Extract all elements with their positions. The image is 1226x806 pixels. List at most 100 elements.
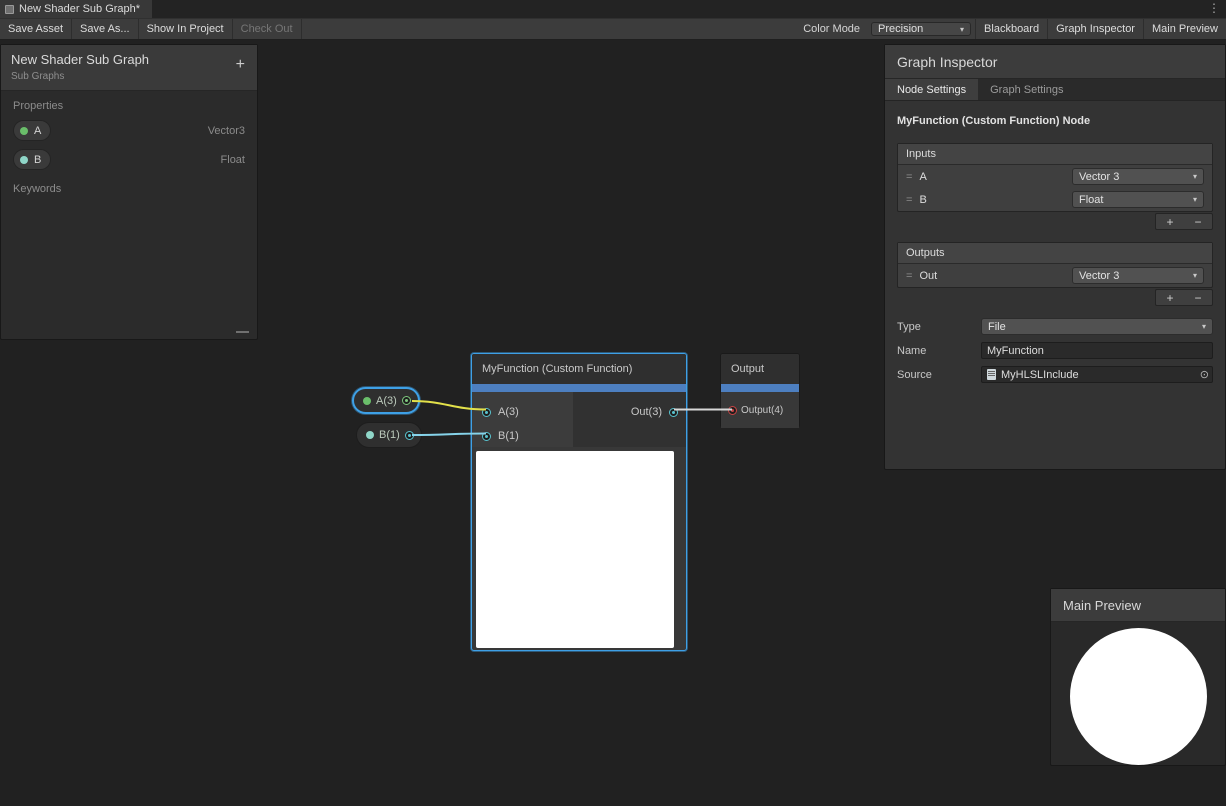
- property-node-b-output-port[interactable]: [405, 431, 414, 440]
- property-pill-a[interactable]: A: [13, 120, 51, 141]
- outputs-add-button[interactable]: +: [1166, 291, 1173, 305]
- check-out-button: Check Out: [233, 19, 302, 39]
- input-port-b[interactable]: [482, 432, 491, 441]
- type-field-row: Type File ▾: [897, 318, 1213, 335]
- output-out-name[interactable]: Out: [919, 270, 937, 282]
- inputs-add-remove-box: + −: [1155, 213, 1213, 230]
- object-picker-icon[interactable]: ⊙: [1200, 368, 1209, 381]
- function-name-input[interactable]: [981, 342, 1213, 359]
- source-field-row: Source MyHLSLInclude ⊙: [897, 366, 1213, 383]
- name-label: Name: [897, 345, 981, 357]
- outputs-add-remove-box: + −: [1155, 289, 1213, 306]
- input-port-a-label: A(3): [498, 406, 519, 418]
- output-node-ports: Output(4): [721, 392, 799, 428]
- source-object-field[interactable]: MyHLSLInclude ⊙: [981, 366, 1213, 383]
- tab-node-settings[interactable]: Node Settings: [885, 79, 978, 100]
- input-a-name[interactable]: A: [919, 171, 926, 183]
- outputs-list-header: Outputs: [898, 243, 1212, 264]
- output-port-row-out: Out(3): [631, 406, 678, 418]
- node-preview-area[interactable]: [476, 451, 674, 648]
- save-as-button[interactable]: Save As...: [72, 19, 139, 39]
- main-preview-panel: Main Preview: [1050, 588, 1226, 766]
- selected-node-heading: MyFunction (Custom Function) Node: [897, 115, 1213, 127]
- preview-sphere[interactable]: [1070, 628, 1207, 765]
- drag-handle-icon[interactable]: =: [906, 270, 912, 282]
- graph-inspector-toggle-button[interactable]: Graph Inspector: [1047, 19, 1143, 39]
- inspector-body: MyFunction (Custom Function) Node Inputs…: [885, 101, 1225, 383]
- file-icon: [987, 369, 996, 380]
- color-mode-dropdown[interactable]: Precision ▾: [871, 22, 971, 36]
- chevron-down-icon: ▾: [1193, 195, 1197, 204]
- float-type-dot: [366, 431, 374, 439]
- drag-handle-icon[interactable]: =: [906, 171, 912, 183]
- blackboard-toggle-button[interactable]: Blackboard: [975, 19, 1047, 39]
- input-a-type-dropdown[interactable]: Vector 3 ▾: [1072, 168, 1204, 185]
- name-field-row: Name: [897, 342, 1213, 359]
- source-label: Source: [897, 369, 981, 381]
- input-port-row-b: B(1): [482, 430, 519, 442]
- type-dropdown[interactable]: File ▾: [981, 318, 1213, 335]
- node-accent-bar: [721, 384, 799, 392]
- main-preview-header[interactable]: Main Preview: [1051, 589, 1225, 622]
- input-b-type-dropdown[interactable]: Float ▾: [1072, 191, 1204, 208]
- vector3-type-dot: [20, 127, 28, 135]
- output-node-port-row: Output(4): [728, 405, 783, 416]
- window-menu-icon[interactable]: ⋮: [1208, 1, 1220, 15]
- outputs-list: Outputs = Out Vector 3 ▾: [897, 242, 1213, 288]
- main-preview-toggle-button[interactable]: Main Preview: [1143, 19, 1226, 39]
- custom-function-node-ports: A(3) B(1) Out(3): [472, 392, 686, 447]
- custom-function-node-title[interactable]: MyFunction (Custom Function): [472, 354, 686, 384]
- color-mode-label: Color Mode: [796, 19, 867, 39]
- property-node-a[interactable]: A(3): [352, 387, 420, 414]
- property-node-a-output-port[interactable]: [402, 396, 411, 405]
- blackboard-title: New Shader Sub Graph: [11, 52, 247, 67]
- graph-inspector-panel: Graph Inspector Node Settings Graph Sett…: [884, 44, 1226, 470]
- blackboard-header[interactable]: New Shader Sub Graph Sub Graphs +: [1, 45, 257, 91]
- blackboard-subtitle: Sub Graphs: [11, 71, 247, 82]
- show-in-project-button[interactable]: Show In Project: [139, 19, 233, 39]
- input-port-a[interactable]: [482, 408, 491, 417]
- chevron-down-icon: ▾: [1193, 172, 1197, 181]
- property-node-b-label: B(1): [379, 429, 400, 441]
- custom-function-node[interactable]: MyFunction (Custom Function) A(3) B(1) O…: [471, 353, 687, 651]
- output-node[interactable]: Output Output(4): [720, 353, 800, 428]
- save-asset-button[interactable]: Save Asset: [0, 19, 72, 39]
- window-tab-title: New Shader Sub Graph*: [19, 3, 140, 15]
- graph-inspector-header[interactable]: Graph Inspector: [885, 45, 1225, 79]
- outputs-row-out: = Out Vector 3 ▾: [898, 264, 1212, 287]
- window-tab-bar: New Shader Sub Graph* ⋮: [0, 0, 1226, 18]
- graph-inspector-title: Graph Inspector: [897, 54, 997, 70]
- inputs-row-b: = B Float ▾: [898, 188, 1212, 211]
- property-b-type: Float: [221, 154, 245, 166]
- chevron-down-icon: ▾: [1202, 322, 1206, 331]
- toolbar: Save Asset Save As... Show In Project Ch…: [0, 18, 1226, 40]
- property-node-b[interactable]: B(1): [356, 422, 422, 448]
- output-port-out-label: Out(3): [631, 406, 662, 418]
- inputs-list-header: Inputs: [898, 144, 1212, 165]
- chevron-down-icon: ▾: [1193, 271, 1197, 280]
- float-type-dot: [20, 156, 28, 164]
- property-row-a: A Vector3: [1, 116, 257, 145]
- source-object-name: MyHLSLInclude: [1001, 369, 1079, 381]
- chevron-down-icon: ▾: [960, 25, 964, 34]
- toolbar-right-group: Color Mode Precision ▾ Blackboard Graph …: [796, 19, 1226, 39]
- property-pill-b[interactable]: B: [13, 149, 51, 170]
- output-node-input-port[interactable]: [728, 406, 737, 415]
- output-node-title[interactable]: Output: [721, 354, 799, 384]
- output-out-type-dropdown[interactable]: Vector 3 ▾: [1072, 267, 1204, 284]
- drag-handle-icon[interactable]: =: [906, 194, 912, 206]
- inputs-add-button[interactable]: +: [1166, 215, 1173, 229]
- property-pill-a-label: A: [34, 125, 41, 137]
- input-b-name[interactable]: B: [919, 194, 926, 206]
- add-property-button[interactable]: +: [236, 57, 245, 73]
- window-tab[interactable]: New Shader Sub Graph*: [0, 0, 152, 18]
- vector3-type-dot: [363, 397, 371, 405]
- blackboard-resize-handle[interactable]: [236, 331, 249, 333]
- shader-graph-window-icon: [5, 5, 14, 14]
- tab-graph-settings[interactable]: Graph Settings: [978, 79, 1075, 100]
- inputs-remove-button[interactable]: −: [1194, 215, 1201, 229]
- keywords-section-label: Keywords: [1, 174, 257, 199]
- outputs-remove-button[interactable]: −: [1194, 291, 1201, 305]
- inputs-list: Inputs = A Vector 3 ▾ = B Float ▾: [897, 143, 1213, 212]
- output-port-out[interactable]: [669, 408, 678, 417]
